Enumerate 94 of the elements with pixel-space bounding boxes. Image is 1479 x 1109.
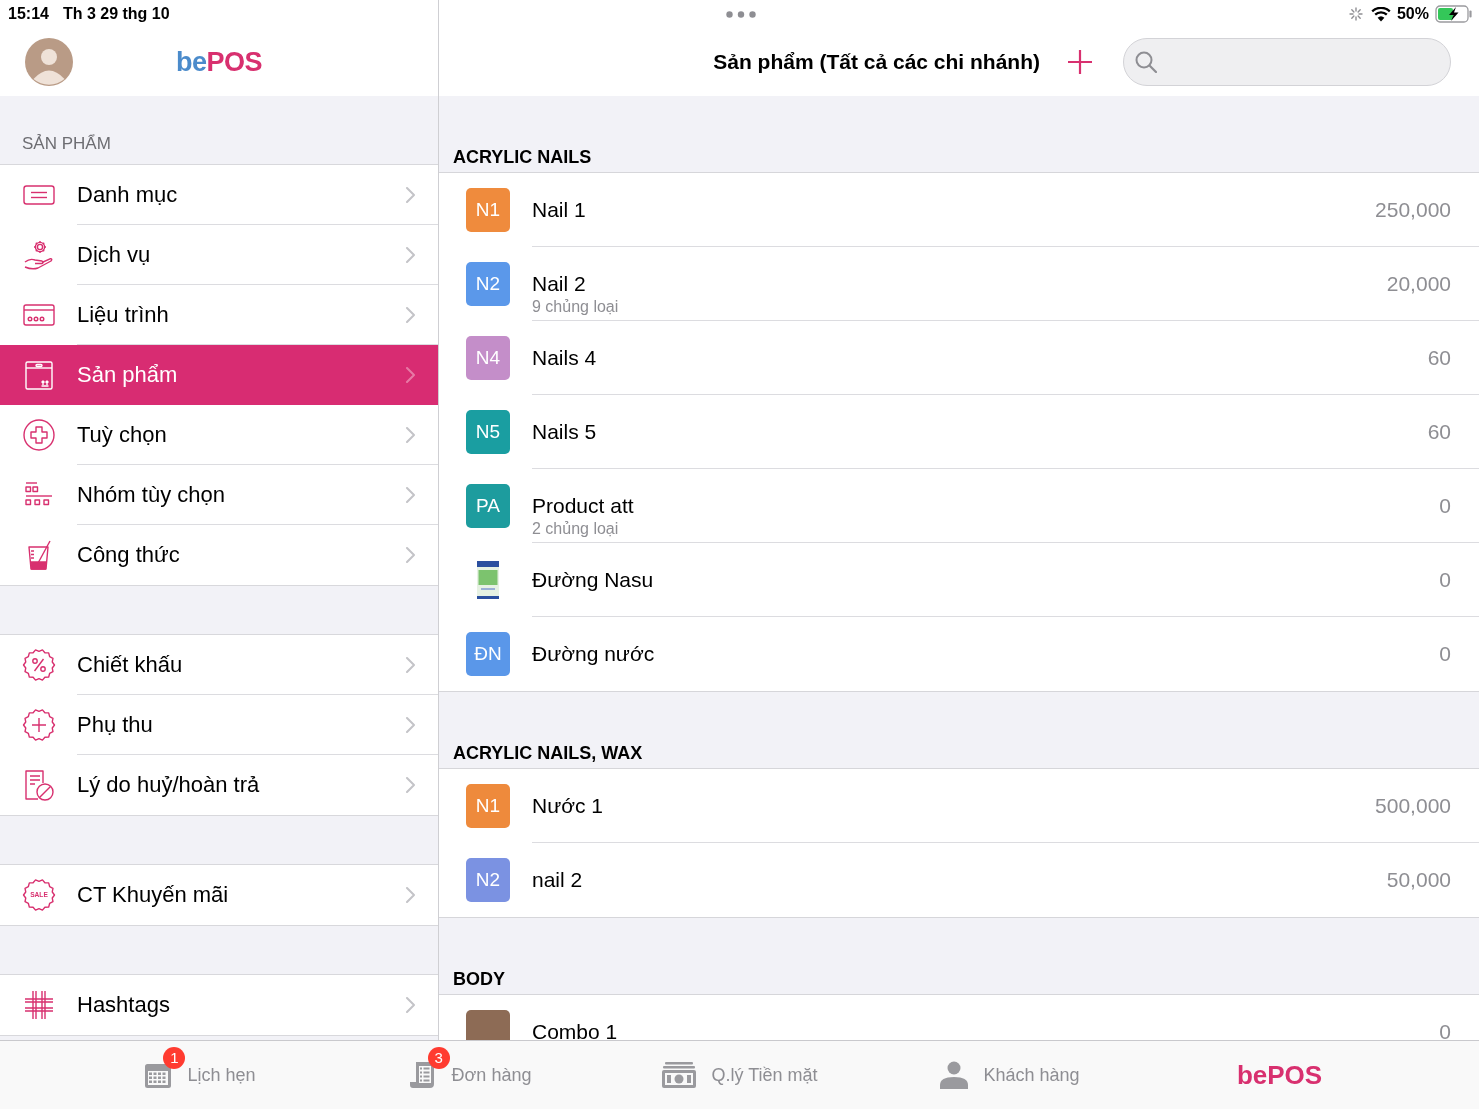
product-row[interactable]: ĐN Đường nước 0 xyxy=(439,617,1479,691)
product-name: nail 2 xyxy=(532,867,583,893)
tab-item[interactable]: 1 Lịch hẹn xyxy=(64,1046,335,1104)
sidebar-item[interactable]: Công thức xyxy=(0,525,438,585)
initials-badge: N1 xyxy=(466,784,510,828)
chevron-icon xyxy=(406,366,415,383)
product-price: 60 xyxy=(1427,345,1451,371)
product-name: Nails 5 xyxy=(532,419,597,445)
initials-badge: ĐN xyxy=(466,632,510,676)
product-row[interactable]: N5 Nails 5 60 xyxy=(439,395,1479,469)
status-time: 15:14 xyxy=(8,4,49,24)
chevron-icon xyxy=(406,776,415,793)
chevron-icon xyxy=(406,546,415,563)
initials-badge: N2 xyxy=(466,858,510,902)
variant-count: 9 chủng loại xyxy=(532,298,619,316)
sidebar-item[interactable]: Sản phẩm xyxy=(0,345,438,405)
product-price: 0 xyxy=(1439,1019,1451,1040)
product-price: 60 xyxy=(1427,419,1451,445)
box-icon xyxy=(22,358,56,392)
sidebar-item[interactable]: Danh mục xyxy=(0,165,438,225)
section-header: ACRYLIC NAILS, WAX xyxy=(452,742,644,765)
product-price: 0 xyxy=(1439,641,1451,667)
variant-count: 2 chủng loại xyxy=(532,520,619,538)
search-field[interactable] xyxy=(1123,38,1451,86)
battery-icon xyxy=(1435,5,1473,23)
tab-item[interactable]: bePOS xyxy=(1144,1046,1415,1104)
chevron-icon xyxy=(406,246,415,263)
page-title: Sản phẩm (Tất cả các chi nhánh) xyxy=(713,49,1040,75)
product-name: Nước 1 xyxy=(532,793,603,819)
chevron-icon xyxy=(406,186,415,203)
app-logo: bePOS xyxy=(175,46,262,78)
more-dots-icon[interactable] xyxy=(725,10,756,18)
person-icon xyxy=(939,1060,970,1090)
product-price: 20,000 xyxy=(1386,271,1451,297)
section-header: SẢN PHẨM xyxy=(21,133,112,155)
product-row[interactable]: Combo 1 0 xyxy=(439,995,1479,1040)
battery-percent: 50% xyxy=(1396,4,1429,24)
cash-icon xyxy=(661,1060,698,1090)
loading-spinner-icon xyxy=(1348,7,1363,21)
tab-item[interactable]: 3 Đơn hàng xyxy=(334,1046,605,1104)
sidebar-item[interactable]: Nhóm tùy chọn xyxy=(0,465,438,525)
product-name: Đường nước xyxy=(532,641,655,667)
sidebar-item[interactable]: Liệu trình xyxy=(0,285,438,345)
sidebar-item[interactable]: Chiết khấu xyxy=(0,635,438,695)
chevron-icon xyxy=(406,996,415,1013)
chevron-icon xyxy=(406,486,415,503)
document-prohibited-icon xyxy=(22,768,56,802)
product-name: Combo 1 xyxy=(532,1019,618,1040)
chevron-icon xyxy=(406,656,415,673)
wifi-icon xyxy=(1370,6,1391,22)
add-button[interactable] xyxy=(1066,48,1094,76)
product-name: Đường Nasu xyxy=(532,567,654,593)
chevron-icon xyxy=(406,716,415,733)
plus-circle-icon xyxy=(22,418,56,452)
sidebar-item[interactable]: Tuỳ chọn xyxy=(0,405,438,465)
chevron-icon xyxy=(406,426,415,443)
product-row[interactable]: N1 Nail 1 250,000 xyxy=(439,173,1479,247)
product-name: Product att xyxy=(532,493,634,519)
chevron-icon xyxy=(406,306,415,323)
notification-badge: 1 xyxy=(163,1047,186,1069)
search-icon xyxy=(1135,51,1157,73)
product-price: 0 xyxy=(1439,493,1451,519)
product-price: 250,000 xyxy=(1375,197,1451,223)
sidebar-item[interactable]: Phụ thu xyxy=(0,695,438,755)
initials-badge: N5 xyxy=(466,410,510,454)
product-row[interactable]: N4 Nails 4 60 xyxy=(439,321,1479,395)
hashtag-icon xyxy=(22,988,56,1022)
plus-badge-icon xyxy=(22,708,56,742)
notification-badge: 3 xyxy=(427,1047,450,1069)
plus-icon xyxy=(1067,49,1093,75)
section-header: ACRYLIC NAILS xyxy=(452,146,593,169)
product-row[interactable]: PA Product att 2 chủng loại 0 xyxy=(439,469,1479,543)
product-name: Nail 2 xyxy=(532,271,586,297)
initials-badge: PA xyxy=(466,484,510,528)
product-name: Nail 1 xyxy=(532,197,586,223)
avatar-icon[interactable] xyxy=(25,38,73,86)
product-row[interactable]: N2 nail 2 50,000 xyxy=(439,843,1479,917)
sidebar-item[interactable]: Lý do huỷ/hoàn trả xyxy=(0,755,438,815)
product-name: Nails 4 xyxy=(532,345,597,371)
product-row[interactable]: N1 Nước 1 500,000 xyxy=(439,769,1479,843)
percent-badge-icon xyxy=(22,648,56,682)
section-header: BODY xyxy=(452,968,506,991)
sidebar-item[interactable]: Hashtags xyxy=(0,975,438,1035)
initials-badge: N1 xyxy=(466,188,510,232)
status-date: Th 3 29 thg 10 xyxy=(62,4,170,24)
initials-badge: N4 xyxy=(466,336,510,380)
sidebar-item[interactable]: Dịch vụ xyxy=(0,225,438,285)
product-price: 500,000 xyxy=(1375,793,1451,819)
product-row[interactable]: N2 Nail 2 9 chủng loại 20,000 xyxy=(439,247,1479,321)
chevron-icon xyxy=(406,886,415,903)
product-price: 50,000 xyxy=(1386,867,1451,893)
initials-badge: N2 xyxy=(466,262,510,306)
product-row[interactable]: Đường Nasu 0 xyxy=(439,543,1479,617)
product-price: 0 xyxy=(1439,567,1451,593)
